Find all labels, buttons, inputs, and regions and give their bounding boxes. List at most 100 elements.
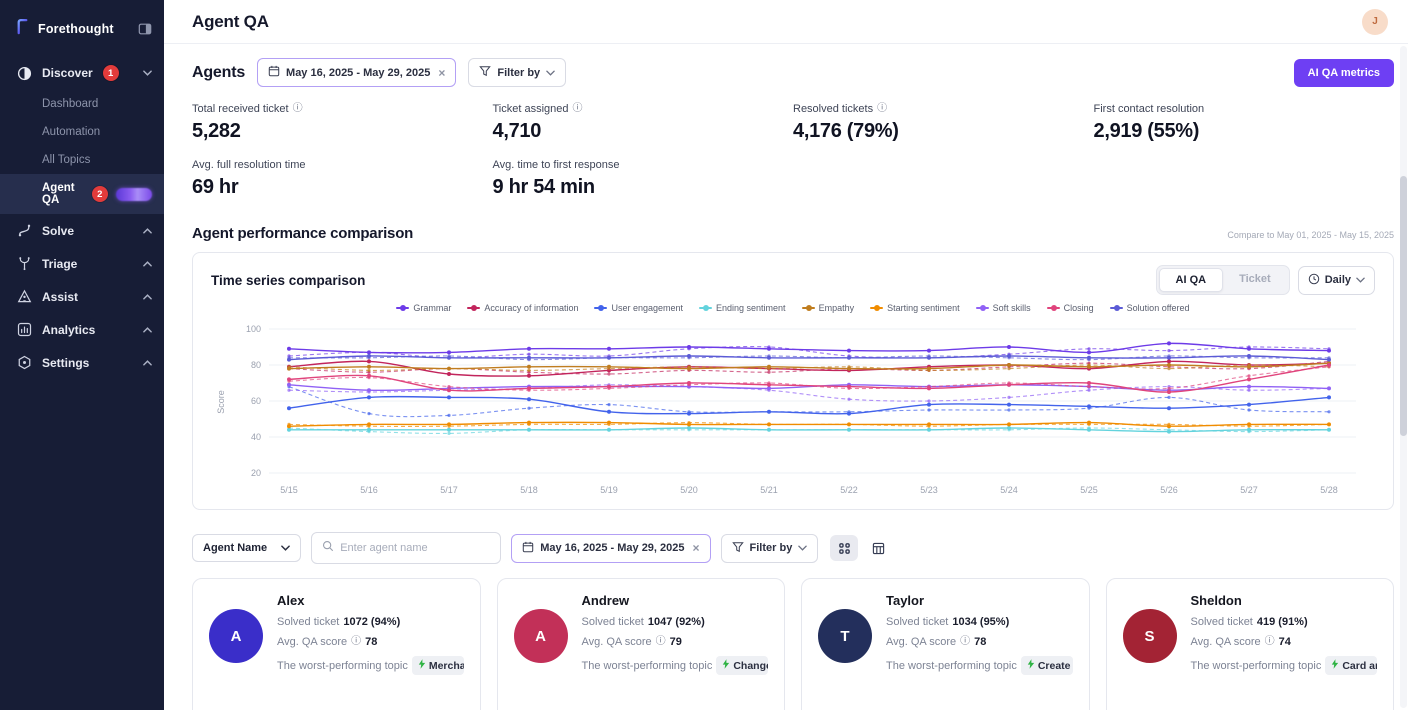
worst-topic-chip[interactable]: Change ... [716,656,768,675]
avatar: T [818,609,872,663]
metric-value: 4,710 [493,120,794,143]
chart-mode-toggle: AI QA Ticket [1156,265,1290,295]
qa-score-value: 78 [365,636,377,648]
info-icon[interactable]: ⓘ [960,637,970,647]
discover-icon [16,66,32,81]
legend-item-soft-skills[interactable]: Soft skills [976,303,1031,313]
metric-value: 9 hr 54 min [493,176,794,199]
legend-item-empathy[interactable]: Empathy [802,303,855,313]
sidebar-collapse-icon[interactable] [138,22,152,36]
sidebar-nav: Discover1DashboardAutomationAll TopicsAg… [0,56,164,379]
agent-search-input[interactable] [340,542,490,554]
sidebar-item-settings[interactable]: Settings [0,346,164,379]
toolbar-date-range-picker[interactable]: May 16, 2025 - May 29, 2025 × [511,534,710,563]
worst-topic-chip[interactable]: Merchan... [412,656,464,675]
worst-topic-chip[interactable]: Card an... [1325,656,1377,675]
chevron-down-icon [1356,274,1365,286]
forethought-logo [14,18,31,40]
agent-card-top: SSheldonSolved ticket 419 (91%)Avg. QA s… [1123,593,1378,683]
worst-topic-value: Merchan... [429,660,464,672]
legend-item-closing[interactable]: Closing [1047,303,1094,313]
info-icon[interactable]: ⓘ [351,637,361,647]
agent-card-taylor[interactable]: T TaylorSolved ticket 1034 (95%)Avg. QA s… [801,578,1090,710]
legend-item-ending-sentiment[interactable]: Ending sentiment [699,303,786,313]
clear-date-icon[interactable]: × [438,66,445,80]
sidebar-item-agent-qa[interactable]: Agent QA2 [0,174,164,214]
sidebar-item-label: Triage [42,257,77,271]
svg-text:40: 40 [251,432,261,442]
series-ending-sentiment [287,426,1331,435]
metric-value: 5,282 [192,120,493,143]
filter-by-dropdown[interactable]: Filter by [468,58,566,87]
metric-card: Total received ticketⓘ5,282 [192,103,493,143]
legend-label: User engagement [611,303,683,313]
sidebar-item-all-topics[interactable]: All Topics [0,146,164,174]
agent-info: TaylorSolved ticket 1034 (95%)Avg. QA sc… [886,593,1073,683]
interval-dropdown[interactable]: Daily [1298,266,1375,295]
sidebar-item-triage[interactable]: Triage [0,247,164,280]
worst-topic-value: Card an... [1342,660,1377,672]
agent-card-top: T TaylorSolved ticket 1034 (95%)Avg. QA s… [818,593,1073,683]
clear-date-icon[interactable]: × [693,541,700,555]
info-icon[interactable]: ⓘ [656,637,666,647]
info-icon[interactable]: ⓘ [293,104,303,114]
agent-name-select[interactable]: Agent Name [192,534,301,562]
legend-marker [699,305,712,312]
metric-label: Avg. time to first response [493,159,620,171]
info-icon[interactable]: ⓘ [573,104,583,114]
chart-controls: AI QA Ticket Daily [1156,265,1375,295]
table-view-button[interactable] [864,535,892,561]
sidebar-item-analytics[interactable]: Analytics [0,313,164,346]
avatar: S [1123,609,1177,663]
info-icon[interactable]: ⓘ [877,104,887,114]
ai-qa-metrics-button[interactable]: AI QA metrics [1294,59,1394,87]
bolt-icon [722,659,730,672]
vertical-scrollbar[interactable] [1400,46,1407,708]
agent-card-andrew[interactable]: AAndrewSolved ticket 1047 (92%)Avg. QA s… [497,578,786,710]
agent-card-alex[interactable]: AAlexSolved ticket 1072 (94%)Avg. QA sco… [192,578,481,710]
info-icon[interactable]: ⓘ [1265,637,1275,647]
sidebar-item-assist[interactable]: Assist [0,280,164,313]
sidebar-item-discover[interactable]: Discover1 [0,56,164,90]
legend-item-grammar[interactable]: Grammar [396,303,451,313]
grid-view-button[interactable] [830,535,858,561]
calendar-icon [268,65,280,80]
sidebar-item-solve[interactable]: Solve [0,214,164,247]
scrollbar-thumb[interactable] [1400,176,1407,436]
legend-label: Starting sentiment [887,303,960,313]
toolbar-filter-by-dropdown[interactable]: Filter by [721,534,819,563]
user-avatar[interactable]: J [1362,9,1388,35]
legend-item-user-engagement[interactable]: User engagement [594,303,683,313]
toggle-ai-qa[interactable]: AI QA [1159,268,1224,292]
chart-legend: Grammar Accuracy of information User engag… [211,303,1375,313]
metric-value: 2,919 (55%) [1094,120,1395,143]
worst-topic-label: The worst-performing topic [582,660,713,672]
funnel-icon [479,65,491,80]
legend-marker [396,305,409,312]
sidebar-item-label: Assist [42,290,78,304]
worst-topic-value: Create N... [1038,660,1073,672]
metric-label: Ticket assigned [493,103,569,115]
legend-item-solution-offered[interactable]: Solution offered [1110,303,1190,313]
svg-text:5/24: 5/24 [1000,485,1018,495]
legend-item-accuracy-of-information[interactable]: Accuracy of information [467,303,578,313]
legend-item-starting-sentiment[interactable]: Starting sentiment [870,303,960,313]
legend-label: Solution offered [1127,303,1190,313]
worst-topic-chip[interactable]: Create N... [1021,656,1073,675]
date-range-picker[interactable]: May 16, 2025 - May 29, 2025 × [257,58,456,87]
toggle-ticket[interactable]: Ticket [1223,268,1287,292]
svg-text:5/21: 5/21 [760,485,778,495]
toolbar-filter-by-label: Filter by [750,542,793,554]
chevron-down-icon [143,70,152,76]
agent-card-sheldon[interactable]: SSheldonSolved ticket 419 (91%)Avg. QA s… [1106,578,1395,710]
legend-marker [467,305,480,312]
agent-name: Taylor [886,593,1073,608]
avatar: A [514,609,568,663]
svg-text:5/20: 5/20 [680,485,698,495]
sidebar-item-dashboard[interactable]: Dashboard [0,90,164,118]
time-series-chart: 100806040205/155/165/175/185/195/205/215… [211,317,1361,503]
sidebar-item-automation[interactable]: Automation [0,118,164,146]
agent-info: AlexSolved ticket 1072 (94%)Avg. QA scor… [277,593,464,683]
svg-text:5/26: 5/26 [1160,485,1178,495]
svg-text:5/27: 5/27 [1240,485,1258,495]
